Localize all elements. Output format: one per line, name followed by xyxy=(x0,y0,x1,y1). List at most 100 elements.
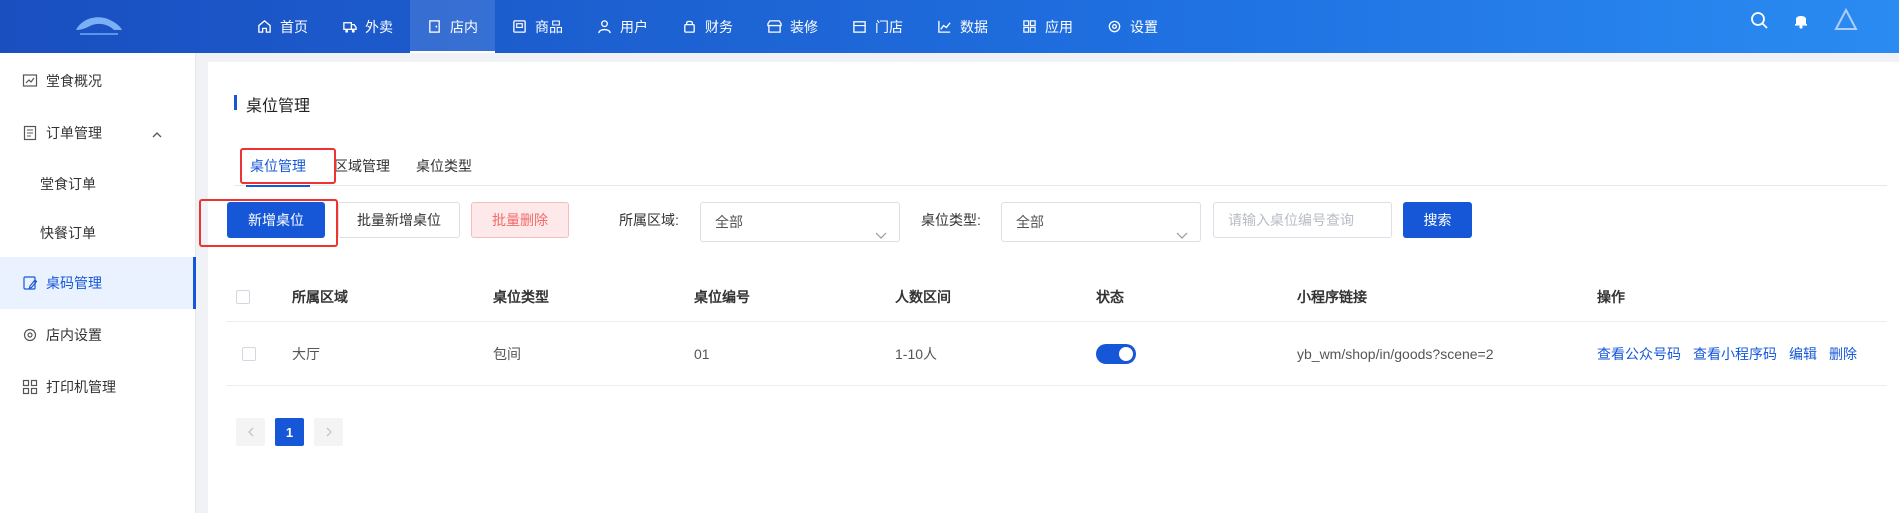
cell-link: yb_wm/shop/in/goods?scene=2 xyxy=(1297,345,1494,362)
nav-label: 商品 xyxy=(535,18,563,35)
tab-area-management[interactable]: 区域管理 xyxy=(334,154,390,186)
type-select[interactable]: 全部 xyxy=(1001,202,1201,242)
batch-delete-button[interactable]: 批量删除 xyxy=(471,202,569,238)
chart-icon xyxy=(937,19,952,34)
home-icon xyxy=(257,19,272,34)
select-all-checkbox[interactable] xyxy=(236,289,250,304)
nav-label: 门店 xyxy=(875,18,903,35)
sidebar: 堂食概况 订单管理 堂食订单 快餐订单 桌码管理 店内设置 打印机管理 xyxy=(0,53,196,513)
overview-icon xyxy=(22,73,38,89)
top-navbar: 首页 外卖 店内 商品 用户 财务 装修 门店 数据 应用 设置 xyxy=(0,0,1899,53)
cell-number: 01 xyxy=(694,345,710,362)
nav-label: 装修 xyxy=(790,18,818,35)
nav-finance[interactable]: 财务 xyxy=(665,0,750,53)
column-header: 人数区间 xyxy=(895,288,951,305)
nav-store[interactable]: 门店 xyxy=(835,0,920,53)
type-select-value: 全部 xyxy=(1016,214,1044,230)
delete-link[interactable]: 删除 xyxy=(1829,344,1857,364)
bell-icon[interactable] xyxy=(1791,10,1811,30)
type-filter-label: 桌位类型: xyxy=(921,212,981,228)
nav-settings[interactable]: 设置 xyxy=(1090,0,1175,53)
prev-page-button[interactable] xyxy=(236,418,265,446)
status-toggle[interactable] xyxy=(1096,343,1136,364)
next-page-button[interactable] xyxy=(314,418,343,446)
sidebar-item-label: 堂食概况 xyxy=(46,73,102,89)
qrcode-edit-icon xyxy=(22,275,38,291)
cell-area: 大厅 xyxy=(292,345,320,362)
nav-instore[interactable]: 店内 xyxy=(410,0,495,53)
sidebar-item-orders[interactable]: 订单管理 xyxy=(0,107,195,159)
area-filter-label: 所属区域: xyxy=(619,212,679,228)
row-checkbox[interactable] xyxy=(242,346,256,361)
tab-table-type[interactable]: 桌位类型 xyxy=(416,154,472,186)
tab-bar: 桌位管理 区域管理 桌位类型 xyxy=(234,154,1887,187)
cell-capacity: 1-10人 xyxy=(895,345,938,362)
shop-decor-icon xyxy=(767,19,782,34)
search-button[interactable]: 搜索 xyxy=(1403,202,1472,238)
nav-label: 应用 xyxy=(1045,18,1073,35)
pagination: 1 xyxy=(236,418,343,446)
nav-label: 财务 xyxy=(705,18,733,35)
nav-decor[interactable]: 装修 xyxy=(750,0,835,53)
area-select-value: 全部 xyxy=(715,214,743,230)
page-number[interactable]: 1 xyxy=(275,418,304,446)
nav-label: 用户 xyxy=(620,18,648,35)
sidebar-item-instore-settings[interactable]: 店内设置 xyxy=(0,309,195,361)
cell-status xyxy=(1096,322,1136,385)
sidebar-item-label: 订单管理 xyxy=(46,125,102,141)
nav-user[interactable]: 用户 xyxy=(580,0,665,53)
batch-add-button[interactable]: 批量新增桌位 xyxy=(338,202,460,238)
sidebar-item-printer[interactable]: 打印机管理 xyxy=(0,361,195,413)
chevron-down-icon xyxy=(875,217,887,239)
row-checkbox-cell xyxy=(242,322,256,385)
sidebar-item-dinein-orders[interactable]: 堂食订单 xyxy=(0,159,195,208)
search-icon[interactable] xyxy=(1749,10,1769,30)
cell-type: 包间 xyxy=(493,345,521,362)
door-icon xyxy=(427,19,442,34)
sidebar-item-label: 店内设置 xyxy=(46,327,102,343)
nav-label: 外卖 xyxy=(365,18,393,35)
sidebar-item-label: 打印机管理 xyxy=(46,379,116,395)
gear-icon xyxy=(22,327,38,343)
sidebar-item-overview[interactable]: 堂食概况 xyxy=(0,55,195,107)
nav-label: 店内 xyxy=(450,18,478,35)
delivery-icon xyxy=(342,19,357,34)
tab-highlight-box xyxy=(240,148,336,184)
column-header: 桌位类型 xyxy=(493,288,549,305)
nav-data[interactable]: 数据 xyxy=(920,0,1005,53)
nav-goods[interactable]: 商品 xyxy=(495,0,580,53)
column-header: 状态 xyxy=(1096,288,1124,305)
view-official-code-link[interactable]: 查看公众号码 xyxy=(1597,344,1681,364)
table-row: 大厅 包间 01 1-10人 yb_wm/shop/in/goods?scene… xyxy=(226,322,1887,386)
nav-label: 设置 xyxy=(1130,18,1158,35)
store-icon xyxy=(852,19,867,34)
printer-icon xyxy=(22,379,38,395)
nav-home[interactable]: 首页 xyxy=(240,0,325,53)
table-header: 所属区域 桌位类型 桌位编号 人数区间 状态 小程序链接 操作 xyxy=(226,272,1887,322)
nav-delivery[interactable]: 外卖 xyxy=(325,0,410,53)
topbar-actions xyxy=(1749,0,1859,40)
finance-icon xyxy=(682,19,697,34)
add-button-highlight-box xyxy=(199,199,338,247)
brand-logo[interactable] xyxy=(70,10,126,42)
cell-actions: 查看公众号码 查看小程序码 编辑 删除 xyxy=(1597,322,1869,385)
gear-icon xyxy=(1107,19,1122,34)
nav-label: 数据 xyxy=(960,18,988,35)
edit-link[interactable]: 编辑 xyxy=(1789,344,1817,364)
chevron-up-icon[interactable] xyxy=(152,127,162,138)
nav-apps[interactable]: 应用 xyxy=(1005,0,1090,53)
sidebar-item-table-code[interactable]: 桌码管理 xyxy=(0,257,196,309)
table-number-search-input[interactable] xyxy=(1213,202,1392,238)
sidebar-item-fastfood-orders[interactable]: 快餐订单 xyxy=(0,208,195,257)
page-title: 桌位管理 xyxy=(234,92,310,116)
chevron-down-icon xyxy=(1176,217,1188,239)
avatar[interactable] xyxy=(1833,7,1859,33)
nav-label: 首页 xyxy=(280,18,308,35)
sidebar-item-label: 堂食订单 xyxy=(40,175,96,192)
apps-icon xyxy=(1022,19,1037,34)
area-select[interactable]: 全部 xyxy=(700,202,900,242)
sidebar-item-label: 桌码管理 xyxy=(46,275,102,291)
view-miniprogram-code-link[interactable]: 查看小程序码 xyxy=(1693,344,1777,364)
goods-icon xyxy=(512,19,527,34)
user-icon xyxy=(597,19,612,34)
